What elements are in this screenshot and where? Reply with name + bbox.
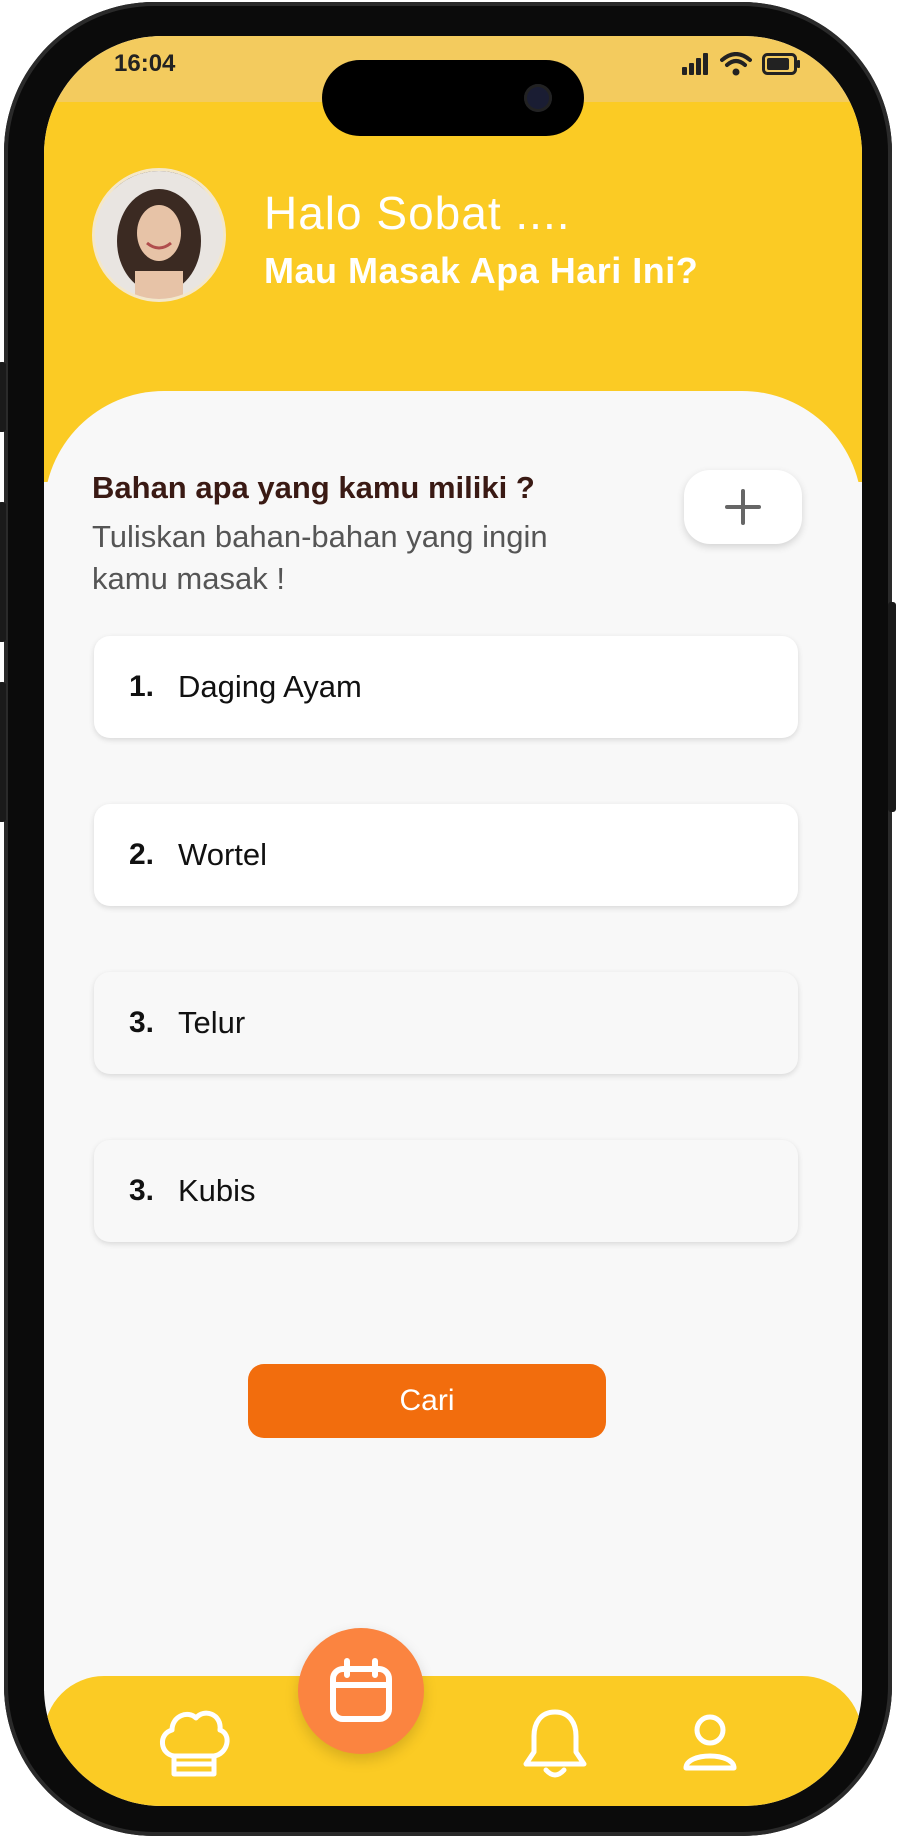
camera-icon <box>524 84 552 112</box>
ingredient-name: Wortel <box>178 837 268 872</box>
question-subtitle: Tuliskan bahan-bahan yang ingin kamu mas… <box>92 519 548 596</box>
screen: 16:04 Halo Sobat .... Mau Masak Apa Hari… <box>44 36 862 1806</box>
ingredient-item[interactable]: 3. Kubis <box>94 1140 798 1242</box>
question-title: Bahan apa yang kamu miliki ? <box>92 470 535 505</box>
chef-hat-icon <box>160 1710 230 1777</box>
battery-icon <box>762 53 800 75</box>
greeting-text: Halo Sobat .... <box>264 187 571 239</box>
ingredient-item[interactable]: 3. Telur <box>94 972 798 1074</box>
wifi-icon <box>720 52 752 76</box>
nav-profile[interactable] <box>680 1712 740 1774</box>
ingredient-name: Telur <box>178 1005 246 1040</box>
status-time: 16:04 <box>114 50 176 77</box>
ingredient-name: Daging Ayam <box>178 669 362 704</box>
greeting-subtitle: Mau Masak Apa Hari Ini? <box>264 250 699 291</box>
ingredient-item[interactable]: 1. Daging Ayam <box>94 636 798 738</box>
volume-up-button <box>0 502 6 642</box>
status-bar: 16:04 <box>44 36 862 136</box>
ingredient-number: 2. <box>128 838 154 871</box>
volume-down-button <box>0 682 6 822</box>
calendar-icon <box>330 1658 392 1722</box>
user-icon <box>683 1714 737 1771</box>
plus-icon <box>725 489 761 525</box>
profile-photo-icon <box>95 171 223 299</box>
status-icons <box>682 52 802 76</box>
ingredient-number: 3. <box>128 1006 154 1039</box>
phone-frame: 16:04 Halo Sobat .... Mau Masak Apa Hari… <box>0 2 896 1836</box>
search-button[interactable]: Cari <box>248 1364 606 1438</box>
dynamic-island <box>322 60 584 136</box>
avatar[interactable] <box>92 168 226 302</box>
ingredient-number: 1. <box>128 670 154 703</box>
ingredient-name: Kubis <box>178 1173 256 1208</box>
bottom-nav <box>44 1676 862 1806</box>
bell-icon <box>523 1709 587 1778</box>
mute-switch <box>0 362 6 432</box>
nav-notifications[interactable] <box>520 1706 590 1782</box>
nav-recipes[interactable] <box>154 1704 234 1784</box>
calendar-fab-button[interactable] <box>298 1628 424 1754</box>
ingredient-number: 3. <box>128 1174 154 1207</box>
power-button <box>888 602 896 812</box>
ingredient-item[interactable]: 2. Wortel <box>94 804 798 906</box>
signal-icon <box>682 53 708 75</box>
add-ingredient-button[interactable] <box>684 470 802 544</box>
